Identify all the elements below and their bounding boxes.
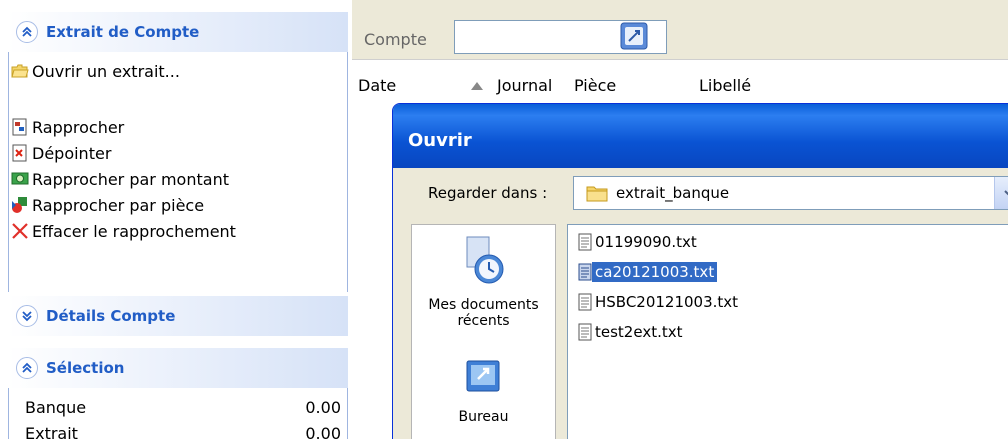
- details-section-title: Détails Compte: [46, 307, 176, 325]
- file-item[interactable]: 01199090.txt: [578, 231, 700, 253]
- desktop-icon: [466, 360, 499, 392]
- selection-label: Banque: [25, 398, 87, 417]
- dialog-title: Ouvrir: [408, 130, 472, 151]
- open-extract-task[interactable]: Ouvrir un extrait...: [11, 60, 180, 82]
- folder-open-icon: [11, 64, 29, 78]
- chevron-up-icon[interactable]: [16, 357, 38, 379]
- task-label: Rapprocher par pièce: [32, 195, 205, 215]
- reconcile-document-icon: [12, 197, 27, 213]
- task-label: Dépointer: [32, 143, 112, 163]
- task-label: Rapprocher: [32, 117, 125, 137]
- selection-row-banque: Banque 0.00: [25, 398, 341, 420]
- selection-section-header[interactable]: Sélection: [8, 348, 348, 388]
- file-item-selected[interactable]: ca20121003.txt: [578, 261, 718, 283]
- task-rapprocher-piece[interactable]: Rapprocher par pièce: [11, 194, 204, 216]
- file-item[interactable]: test2ext.txt: [578, 321, 685, 343]
- file-item[interactable]: HSBC20121003.txt: [578, 291, 741, 313]
- column-libelle[interactable]: Libellé: [699, 76, 751, 95]
- task-label: Effacer le rapprochement: [32, 221, 236, 241]
- compte-bar: Compte: [352, 0, 1008, 60]
- column-journal[interactable]: Journal: [497, 76, 552, 95]
- place-recent-documents[interactable]: Mes documents récents: [412, 235, 555, 329]
- selection-section-body: Banque 0.00 Extrait 0.00: [8, 388, 348, 439]
- lookin-combo[interactable]: extrait_banque: [573, 176, 1008, 210]
- file-name: ca20121003.txt: [592, 262, 718, 282]
- file-name: HSBC20121003.txt: [595, 293, 739, 311]
- chevron-down-icon[interactable]: [994, 177, 1008, 209]
- details-section-header[interactable]: Détails Compte: [8, 296, 348, 336]
- file-name: 01199090.txt: [595, 233, 697, 251]
- selection-row-extrait: Extrait 0.00: [25, 424, 341, 439]
- unmark-icon: [12, 144, 27, 162]
- task-label: Rapprocher par montant: [32, 169, 229, 189]
- file-list: 01199090.txt ca20121003.txt HSBC20121003…: [567, 224, 1008, 439]
- text-file-icon: [578, 323, 592, 341]
- column-headers: Date Journal Pièce Libellé: [352, 70, 1008, 100]
- lookin-label: Regarder dans :: [428, 184, 548, 202]
- places-bar: Mes documents récents Bureau: [411, 224, 556, 439]
- sort-ascending-icon: [471, 82, 483, 90]
- account-lookup-icon[interactable]: [620, 22, 648, 50]
- place-label: Mes documents récents: [428, 297, 539, 329]
- open-file-dialog: Ouvrir Regarder dans : extrait_banque Me…: [392, 103, 1008, 439]
- selection-section-title: Sélection: [46, 359, 125, 377]
- place-label: Bureau: [458, 409, 509, 425]
- column-date[interactable]: Date: [358, 76, 396, 95]
- open-extract-label: Ouvrir un extrait...: [32, 61, 180, 81]
- task-pane: Extrait de Compte Ouvrir un extrait... R…: [0, 0, 352, 439]
- compte-label: Compte: [364, 30, 427, 49]
- extrait-section-title: Extrait de Compte: [46, 23, 200, 41]
- place-desktop[interactable]: Bureau: [412, 357, 555, 425]
- task-depointer[interactable]: Dépointer: [11, 142, 111, 164]
- task-rapprocher[interactable]: Rapprocher: [11, 116, 124, 138]
- extrait-section-header[interactable]: Extrait de Compte: [8, 12, 348, 52]
- recent-documents-icon: [466, 236, 503, 284]
- folder-icon: [586, 186, 608, 202]
- selection-value: 0.00: [305, 424, 341, 439]
- text-file-icon: [578, 233, 592, 251]
- task-rapprocher-montant[interactable]: Rapprocher par montant: [11, 168, 229, 190]
- dialog-title-bar[interactable]: Ouvrir: [393, 104, 1008, 168]
- text-file-icon: [578, 293, 592, 311]
- selection-label: Extrait: [25, 424, 78, 439]
- reconcile-amount-icon: [11, 172, 29, 185]
- lookin-value: extrait_banque: [616, 184, 730, 202]
- file-name: test2ext.txt: [595, 323, 683, 341]
- text-file-icon: [578, 263, 592, 281]
- delete-reconcile-icon: [12, 223, 28, 239]
- column-piece[interactable]: Pièce: [574, 76, 616, 95]
- reconcile-icon: [12, 118, 27, 136]
- task-effacer-rapprochement[interactable]: Effacer le rapprochement: [11, 220, 236, 242]
- chevron-down-icon[interactable]: [16, 305, 38, 327]
- chevron-up-icon[interactable]: [16, 21, 38, 43]
- selection-value: 0.00: [305, 398, 341, 417]
- extrait-section-body: Ouvrir un extrait... Rapprocher Dépointe…: [8, 52, 348, 292]
